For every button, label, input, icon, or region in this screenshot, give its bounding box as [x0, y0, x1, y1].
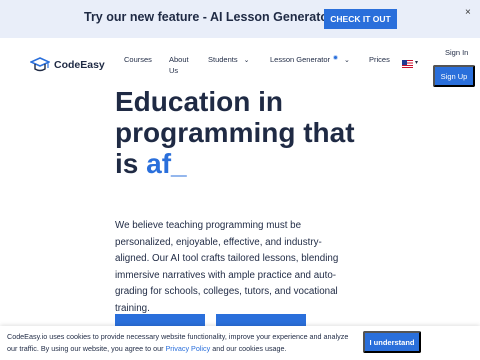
close-icon[interactable]: ×: [465, 7, 471, 18]
hero-title-line2: programming that: [115, 117, 355, 148]
sign-in-link[interactable]: Sign In: [445, 48, 468, 57]
nav-about-label: About Us: [169, 55, 189, 75]
cookie-banner: CodeEasy.io uses cookies to provide nece…: [0, 326, 480, 360]
hero-title-line3-prefix: is: [115, 148, 147, 179]
sign-up-button[interactable]: Sign Up: [433, 65, 475, 87]
check-it-out-button[interactable]: CHECK IT OUT: [324, 9, 397, 29]
cookie-text-after: and our cookies usage.: [210, 344, 287, 353]
nav-courses[interactable]: Courses: [124, 54, 152, 65]
nav-students[interactable]: Students ⌄: [208, 54, 249, 66]
nav-lesson-generator-label: Lesson Generator: [270, 55, 331, 64]
logo-text: CodeEasy: [54, 59, 105, 71]
us-flag-icon[interactable]: [402, 60, 413, 68]
nav-students-label: Students: [208, 55, 238, 64]
chevron-down-icon: ⌄: [243, 57, 250, 64]
hero-title-line1: Education in: [115, 86, 283, 117]
nav-lesson-generator[interactable]: Lesson Generator ⌄: [270, 54, 350, 66]
page: Try our new feature - AI Lesson Generato…: [0, 0, 480, 360]
chevron-down-icon: ⌄: [344, 57, 350, 64]
hero-title: Education in programming that is af_: [115, 86, 365, 179]
i-understand-button[interactable]: I understand: [363, 331, 421, 353]
logo[interactable]: CodeEasy: [30, 56, 105, 74]
hero-title-typed-accent: af_: [146, 148, 187, 179]
hero-description: We believe teaching programming must be …: [115, 220, 339, 314]
graduation-cap-icon: [30, 57, 50, 72]
promo-banner: Try our new feature - AI Lesson Generato…: [0, 0, 480, 38]
nav-about-us[interactable]: About Us: [169, 54, 189, 76]
promo-text: Try our new feature - AI Lesson Generato…: [84, 10, 338, 24]
nav-prices[interactable]: Prices: [369, 54, 390, 65]
cookie-text: CodeEasy.io uses cookies to provide nece…: [7, 331, 357, 355]
caret-down-icon[interactable]: ▾: [415, 59, 418, 66]
nav-courses-label: Courses: [124, 55, 152, 64]
privacy-policy-link[interactable]: Privacy Policy: [165, 344, 210, 353]
nav-prices-label: Prices: [369, 55, 390, 64]
new-indicator-dot: [333, 55, 339, 60]
